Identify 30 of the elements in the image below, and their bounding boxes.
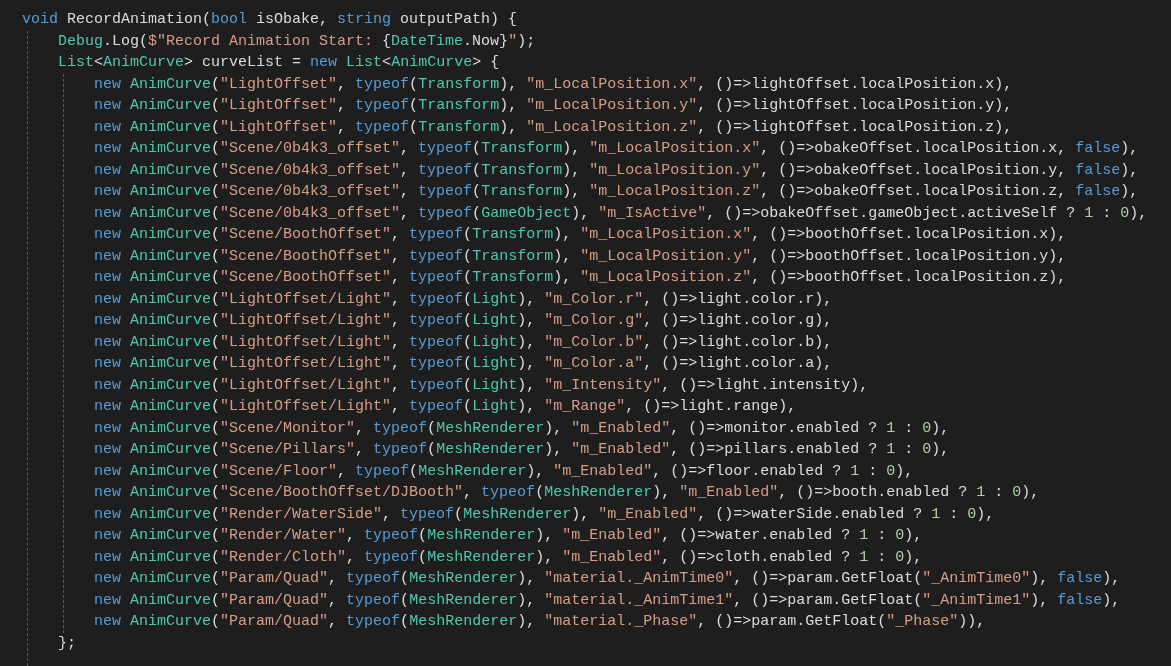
code-line: new AnimCurve("LightOffset", typeof(Transform), "m_LocalPosition.x", ()=>lightOffset.localPosition.x), — [94, 74, 1013, 95]
code-line: new AnimCurve("Param/Quad", typeof(MeshRenderer), "material._AnimTime0", ()=>param.GetFloat("_AnimTime0"), false), — [94, 569, 1121, 589]
code-line: new AnimCurve("Scene/Monitor", typeof(MeshRenderer), "m_Enabled", ()=>monitor.enabled ? 1 : 0), — [94, 418, 950, 439]
code-line: new AnimCurve("Render/Water", typeof(MeshRenderer), "m_Enabled", ()=>water.enabled ? 1 : 0), — [94, 526, 923, 546]
code-line: new AnimCurve("Scene/BoothOffset", typeof(Transform), "m_LocalPosition.x", ()=>boothOffset.localPosition.x), — [94, 225, 1067, 245]
code-line: new AnimCurve("LightOffset", typeof(Transform), "m_LocalPosition.z", ()=>lightOffset.localPosition.z), — [94, 117, 1013, 138]
code-line: new AnimCurve("LightOffset", typeof(Transform), "m_LocalPosition.y", ()=>lightOffset.localPosition.y), — [94, 96, 1013, 116]
code-line: new AnimCurve("Param/Quad", typeof(MeshRenderer), "material._Phase", ()=>param.GetFloat("_Phase")), — [94, 612, 986, 632]
code-line: new AnimCurve("LightOffset/Light", typeof(Light), "m_Color.r", ()=>light.color.r), — [94, 289, 833, 310]
code-line: new AnimCurve("Render/WaterSide", typeof(MeshRenderer), "m_Enabled", ()=>waterSide.enabled ? 1 : 0), — [94, 504, 995, 525]
code-line: new AnimCurve("Scene/BoothOffset/DJBooth", typeof(MeshRenderer), "m_Enabled", ()=>booth.enabled ? 1 : 0), — [94, 483, 1040, 503]
code-line: void RecordAnimation(bool isObake, string outputPath) { — [22, 10, 518, 30]
code-line: new AnimCurve("Param/Quad", typeof(MeshRenderer), "material._AnimTime1", ()=>param.GetFloat("_AnimTime1"), false), — [94, 590, 1121, 611]
code-line: new AnimCurve("Render/Cloth", typeof(MeshRenderer), "m_Enabled", ()=>cloth.enabled ? 1 : 0), — [94, 547, 923, 568]
code-line: new AnimCurve("LightOffset/Light", typeof(Light), "m_Intensity", ()=>light.intensity), — [94, 375, 869, 396]
code-line: new AnimCurve("Scene/BoothOffset", typeof(Transform), "m_LocalPosition.y", ()=>boothOffset.localPosition.y), — [94, 246, 1067, 267]
code-line: new AnimCurve("LightOffset/Light", typeof(Light), "m_Color.g", ()=>light.color.g), — [94, 311, 833, 331]
code-line: new AnimCurve("LightOffset/Light", typeof(Light), "m_Color.b", ()=>light.color.b), — [94, 332, 833, 353]
code-line: new AnimCurve("Scene/BoothOffset", typeof(Transform), "m_LocalPosition.z", ()=>boothOffset.localPosition.z), — [94, 268, 1067, 288]
code-line: new AnimCurve("LightOffset/Light", typeof(Light), "m_Color.a", ()=>light.color.a), — [94, 354, 833, 374]
code-line: new AnimCurve("Scene/0b4k3_offset", typeof(Transform), "m_LocalPosition.z", ()=>obakeOffset.localPosition.z, false), — [94, 182, 1139, 202]
code-line: List<AnimCurve> curveList = new List<AnimCurve> { — [58, 53, 500, 73]
code-line: new AnimCurve("Scene/0b4k3_offset", typeof(GameObject), "m_IsActive", ()=>obakeOffset.gameObject.activeSelf ? 1 : 0), — [94, 203, 1148, 224]
code-line: Debug.Log($"Record Animation Start: {DateTime.Now}"); — [58, 31, 536, 52]
code-line: new AnimCurve("Scene/Floor", typeof(MeshRenderer), "m_Enabled", ()=>floor.enabled ? 1 : 0), — [94, 461, 914, 482]
code-line: new AnimCurve("Scene/0b4k3_offset", typeof(Transform), "m_LocalPosition.x", ()=>obakeOffset.localPosition.x, false), — [94, 139, 1139, 159]
code-line: }; — [58, 633, 76, 654]
code-line: new AnimCurve("Scene/Pillars", typeof(MeshRenderer), "m_Enabled", ()=>pillars.enabled ? 1 : 0), — [94, 440, 950, 460]
code-line: new AnimCurve("LightOffset/Light", typeof(Light), "m_Range", ()=>light.range), — [94, 397, 797, 417]
code-line: new AnimCurve("Scene/0b4k3_offset", typeof(Transform), "m_LocalPosition.y", ()=>obakeOffset.localPosition.y, false), — [94, 160, 1139, 181]
